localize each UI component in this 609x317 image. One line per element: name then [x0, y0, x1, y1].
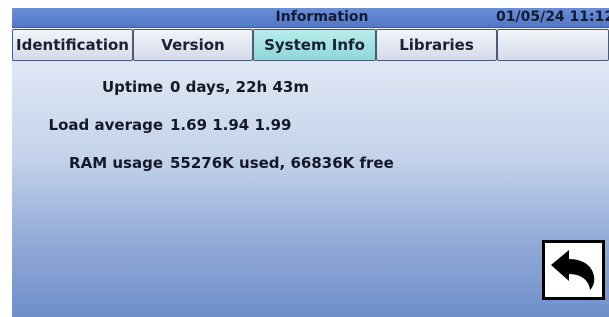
ram-usage-row: RAM usage 55276K used, 66836K free: [12, 154, 609, 176]
tab-label: Identification: [16, 36, 129, 54]
uptime-label: Uptime: [101, 78, 163, 96]
uptime-value: 0 days, 22h 43m: [170, 78, 309, 96]
ram-usage-label: RAM usage: [69, 154, 163, 172]
back-button[interactable]: [542, 240, 605, 300]
tab-label: System Info: [264, 36, 365, 54]
tab-version[interactable]: Version: [133, 29, 253, 61]
ram-usage-value: 55276K used, 66836K free: [170, 154, 394, 172]
back-arrow-icon: [550, 250, 594, 290]
tab-identification[interactable]: Identification: [12, 29, 133, 61]
tab-label: Libraries: [399, 36, 474, 54]
tab-empty[interactable]: [497, 29, 609, 61]
screen-title: Information: [275, 9, 369, 25]
load-average-row: Load average 1.69 1.94 1.99: [12, 116, 609, 138]
load-average-value: 1.69 1.94 1.99: [170, 116, 292, 134]
tab-libraries[interactable]: Libraries: [376, 29, 497, 61]
tab-bar: Identification Version System Info Libra…: [12, 29, 609, 63]
uptime-row: Uptime 0 days, 22h 43m: [12, 78, 609, 100]
information-screen: Information 01/05/24 11:12 Identificatio…: [12, 8, 609, 317]
tab-system-info[interactable]: System Info: [253, 29, 376, 61]
tab-label: Version: [161, 36, 225, 54]
load-average-label: Load average: [48, 116, 163, 134]
date-time: 01/05/24 11:12: [496, 9, 609, 25]
title-bar: Information 01/05/24 11:12: [12, 8, 609, 28]
